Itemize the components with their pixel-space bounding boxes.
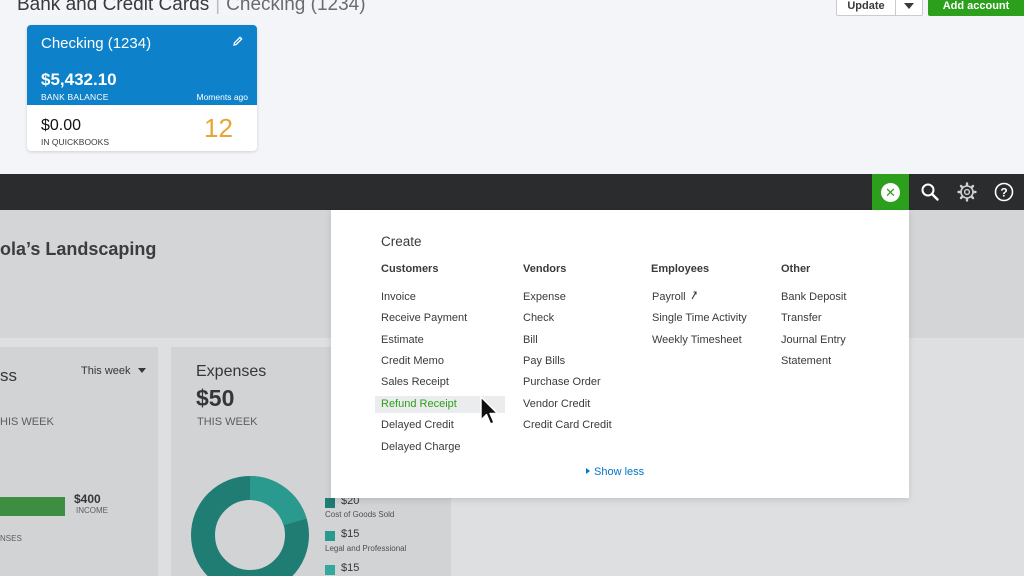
bank-balance-label: BANK BALANCE (41, 92, 109, 102)
income-label: INCOME (76, 506, 108, 515)
menu-item-delayed-charge[interactable]: Delayed Charge (381, 441, 461, 453)
pencil-icon[interactable] (233, 35, 243, 49)
company-name: ola’s Landscaping (0, 239, 157, 259)
chevron-down-icon (137, 368, 146, 373)
update-button[interactable]: Update (836, 0, 896, 16)
legend-value: $15 (341, 562, 360, 574)
show-less-label: Show less (594, 466, 645, 478)
page-title-text: Bank and Credit Cards (17, 0, 210, 15)
menu-item-estimate[interactable]: Estimate (381, 334, 424, 346)
expenses-period: THIS WEEK (197, 416, 258, 428)
account-card-header: Checking (1234) $5,432.10 BANK BALANCE M… (27, 25, 257, 105)
expenses-total: $50 (196, 385, 235, 411)
legend-swatch (325, 498, 335, 508)
menu-item-invoice[interactable]: Invoice (381, 291, 416, 303)
update-dropdown-button[interactable] (896, 0, 923, 16)
bank-header-area: Bank and Credit Cards | Checking (1234) Up… (0, 0, 1024, 174)
column-heading-other: Other (781, 263, 811, 275)
expenses-donut-chart[interactable] (190, 475, 310, 576)
arrow-up-right-icon (691, 291, 698, 303)
bank-balance: $5,432.10 (41, 70, 117, 89)
menu-item-receive-payment[interactable]: Receive Payment (381, 312, 467, 324)
menu-item-single-time-activity[interactable]: Single Time Activity (652, 312, 747, 324)
add-account-button[interactable]: Add account (928, 0, 1024, 16)
menu-item-purchase-order[interactable]: Purchase Order (523, 376, 601, 388)
page-title: Bank and Credit Cards | Checking (1234) (17, 0, 366, 16)
show-less-link[interactable]: Show less (586, 466, 644, 478)
menu-item-expense[interactable]: Expense (523, 291, 566, 303)
column-heading-employees: Employees (651, 263, 710, 275)
search-icon[interactable] (920, 182, 940, 202)
create-menu-title: Create (381, 234, 422, 249)
menu-item-sales-receipt[interactable]: Sales Receipt (381, 376, 449, 388)
menu-item-statement[interactable]: Statement (781, 355, 831, 367)
page-subtitle: Checking (1234) (226, 0, 366, 15)
svg-text:?: ? (1000, 186, 1007, 200)
help-icon[interactable]: ? (994, 182, 1014, 202)
legend-value: $15 (341, 528, 360, 540)
menu-item-pay-bills[interactable]: Pay Bills (523, 355, 565, 367)
create-close-button[interactable]: ✕ (872, 174, 909, 215)
period-subtitle: HIS WEEK (0, 416, 54, 428)
menu-item-check[interactable]: Check (523, 312, 554, 324)
menu-item-payroll[interactable]: Payroll (652, 291, 698, 303)
legend-label: Cost of Goods Sold (325, 510, 395, 519)
close-icon: ✕ (881, 183, 900, 202)
menu-item-transfer[interactable]: Transfer (781, 312, 822, 324)
account-name: Checking (1234) (41, 35, 152, 52)
period-dropdown[interactable]: This week (81, 365, 146, 377)
updated-time: Moments ago (196, 92, 249, 102)
account-card[interactable]: Checking (1234) $5,432.10 BANK BALANCE M… (27, 25, 257, 151)
mouse-cursor-icon (480, 396, 499, 425)
column-heading-customers: Customers (381, 263, 439, 275)
gear-icon[interactable] (957, 182, 977, 202)
menu-item-delayed-credit[interactable]: Delayed Credit (381, 419, 454, 431)
quickbooks-balance-label: IN QUICKBOOKS (41, 137, 110, 147)
legend-swatch (325, 565, 335, 575)
menu-item-credit-card-credit[interactable]: Credit Card Credit (523, 419, 612, 431)
profit-loss-card[interactable]: ss This week HIS WEEK $400 INCOME NSES (0, 347, 158, 576)
legend-label: Legal and Professional (325, 544, 407, 553)
menu-item-payroll-label: Payroll (652, 291, 686, 303)
menu-item-vendor-credit[interactable]: Vendor Credit (523, 398, 590, 410)
expenses-label: NSES (0, 534, 22, 543)
caret-right-icon (586, 468, 590, 474)
menu-item-journal-entry[interactable]: Journal Entry (781, 334, 846, 346)
quickbooks-balance: $0.00 (41, 117, 82, 134)
expenses-title: Expenses (196, 363, 267, 380)
legend-swatch (325, 531, 335, 541)
period-label: This week (81, 365, 131, 377)
menu-item-bill[interactable]: Bill (523, 334, 538, 346)
menu-item-bank-deposit[interactable]: Bank Deposit (781, 291, 846, 303)
chevron-down-icon (904, 3, 914, 9)
column-heading-vendors: Vendors (523, 263, 567, 275)
menu-item-weekly-timesheet[interactable]: Weekly Timesheet (652, 334, 742, 346)
menu-item-credit-memo[interactable]: Credit Memo (381, 355, 444, 367)
create-menu: Create Customers Vendors Employees Other… (331, 210, 909, 498)
card-title: ss (0, 366, 17, 385)
income-bar (0, 497, 65, 516)
pending-transactions-count[interactable]: 12 (204, 113, 233, 144)
title-separator: | (215, 0, 221, 15)
income-value: $400 (74, 492, 101, 506)
top-nav-bar (0, 174, 1024, 210)
